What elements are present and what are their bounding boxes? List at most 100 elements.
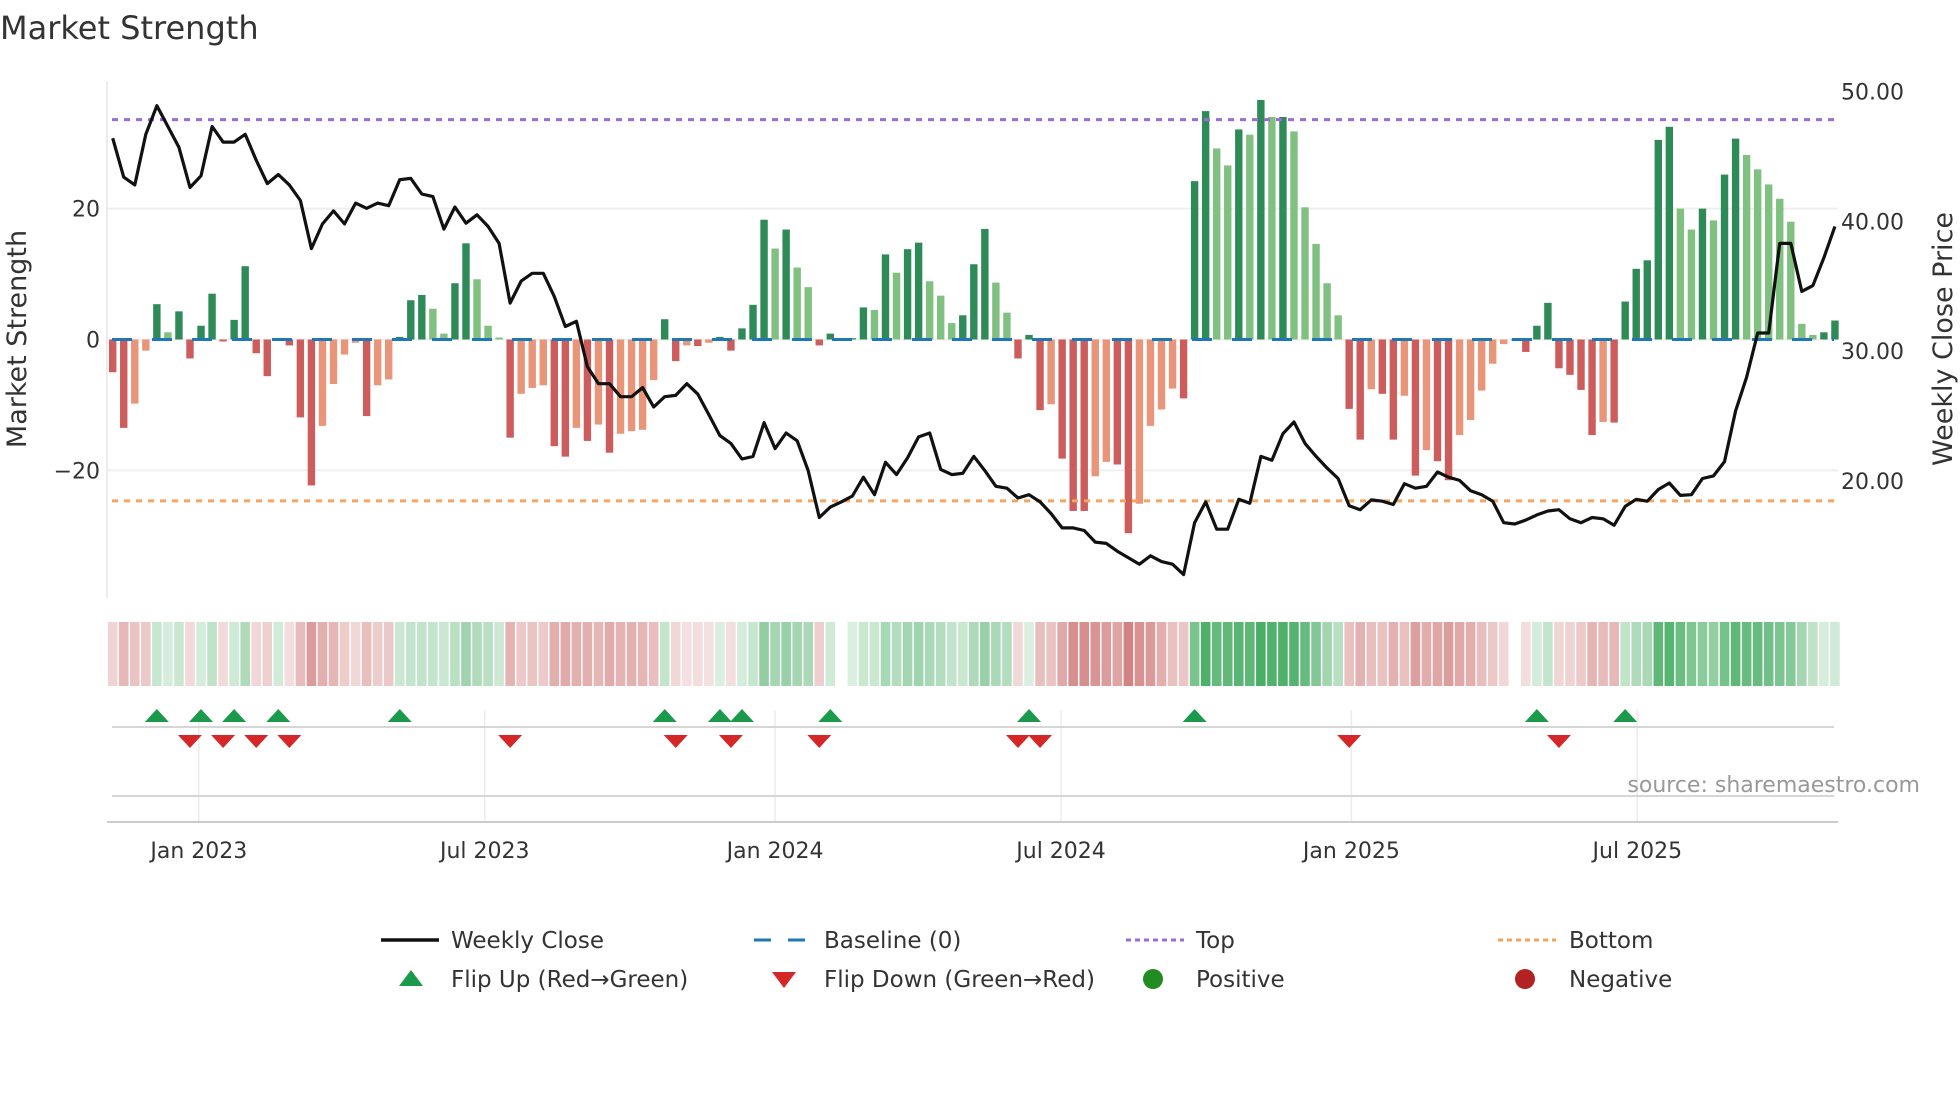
positive-bar — [1654, 139, 1662, 340]
negative-bar — [1069, 339, 1077, 511]
y2-tick-label: 40.00 — [1841, 210, 1904, 235]
strip-cell — [869, 622, 880, 686]
strip-cell — [1598, 622, 1608, 686]
strip-cell — [626, 622, 637, 686]
x-tick-label: Jan 2024 — [725, 839, 824, 864]
positive-bar — [241, 266, 249, 340]
strip-cell — [1609, 622, 1619, 686]
positive-bar — [418, 294, 426, 340]
negative-bar — [1411, 339, 1420, 476]
left-tick-labels: 20 0 −20 — [54, 198, 100, 485]
positive-bar — [992, 282, 1000, 340]
legend-label: Baseline (0) — [824, 928, 961, 954]
negative-bar — [1555, 339, 1563, 369]
negative-bar — [131, 339, 139, 404]
strip-cell — [1222, 622, 1233, 686]
flip-down-icon — [1005, 735, 1030, 748]
strip-cell — [361, 622, 372, 686]
strip-cell — [1774, 622, 1785, 686]
flip-up-icon — [1524, 709, 1549, 722]
strip-cell — [218, 622, 228, 686]
strip-cell — [891, 622, 902, 686]
strip-cell — [1035, 622, 1045, 686]
strip-cell — [1819, 622, 1829, 686]
positive-bar — [1709, 220, 1718, 340]
strip-cell — [372, 622, 383, 686]
strip-cell — [1002, 622, 1012, 686]
x-tick-label: Jan 2023 — [148, 839, 247, 864]
legend-label: Flip Down (Green→Red) — [824, 967, 1095, 993]
positive-bar — [804, 287, 812, 340]
negative-bar — [1058, 339, 1066, 459]
market-strength-chart: Market Strength 20 0 −20 50.00 40.00 30.00 20… — [0, 9, 1959, 993]
negative-bar — [329, 339, 338, 385]
strip-cell — [792, 622, 802, 686]
x-tick-label: Jan 2025 — [1301, 839, 1400, 864]
strip-cell — [1587, 622, 1597, 686]
strip-cell — [693, 622, 703, 686]
positive-bar — [1279, 116, 1287, 340]
strip-cell — [1300, 622, 1310, 686]
legend-label: Bottom — [1569, 928, 1653, 954]
positive-bar — [981, 228, 989, 340]
strip-cell — [1521, 622, 1531, 686]
chart-title: Market Strength — [0, 9, 259, 47]
legend-item-weekly-close: Weekly Close — [381, 928, 604, 954]
positive-bar — [495, 337, 503, 340]
strip-cell — [1134, 622, 1145, 686]
flip-down-icon — [1546, 735, 1571, 748]
strip-cell — [1399, 622, 1410, 686]
positive-bar — [892, 272, 901, 340]
strip-cell — [902, 622, 913, 686]
strip-cell — [439, 622, 449, 686]
positive-bar — [1831, 320, 1839, 340]
strip-cell — [582, 622, 593, 686]
strip-cell — [1785, 622, 1796, 686]
negative-bar — [705, 339, 713, 343]
strip-cell — [759, 622, 769, 686]
negative-bar — [1500, 339, 1508, 345]
strip-cell — [483, 622, 493, 686]
negative-bar — [815, 339, 823, 346]
strip-cell — [1421, 622, 1432, 686]
positive-bar — [970, 264, 978, 340]
strip-cell — [174, 622, 184, 686]
strip-cell — [1675, 622, 1686, 686]
negative-bar — [1113, 339, 1122, 465]
circle-icon — [1143, 969, 1163, 989]
legend: Weekly Close Baseline (0) Top Bottom Flip Up… — [381, 928, 1672, 993]
strip-cell — [560, 622, 571, 686]
strip-cell — [284, 622, 295, 686]
strip-cell — [240, 622, 250, 686]
positive-bar — [1544, 302, 1552, 340]
flip-up-icon — [144, 709, 169, 722]
strip-cell — [141, 622, 151, 686]
strip-cell — [880, 622, 891, 686]
positive-bar — [1798, 323, 1806, 340]
strip-cell — [1631, 622, 1642, 686]
strip-cell — [350, 622, 361, 686]
negative-bar — [1014, 339, 1022, 359]
strip-cell — [1245, 622, 1255, 686]
positive-bar — [153, 304, 161, 340]
positive-bar — [948, 323, 956, 340]
negative-bar — [605, 339, 614, 453]
strip-cell — [847, 622, 858, 686]
strip-cell — [1024, 622, 1034, 686]
strip-cell — [1068, 622, 1078, 686]
strip-cell — [405, 622, 416, 686]
positive-bar — [771, 248, 779, 340]
strip-cell — [670, 622, 681, 686]
negative-bar — [318, 339, 327, 426]
strip-cell — [957, 622, 968, 686]
negative-bar — [1588, 339, 1596, 436]
strip-cell — [1123, 622, 1134, 686]
positive-bar — [749, 304, 757, 340]
negative-bar — [1455, 339, 1464, 436]
strip-cell — [1808, 622, 1818, 686]
negative-bar — [307, 339, 316, 486]
legend-item-negative: Negative — [1515, 967, 1672, 993]
positive-bar — [1533, 325, 1541, 340]
flip-down-icon — [1028, 735, 1053, 748]
strip-cell — [1752, 622, 1763, 686]
